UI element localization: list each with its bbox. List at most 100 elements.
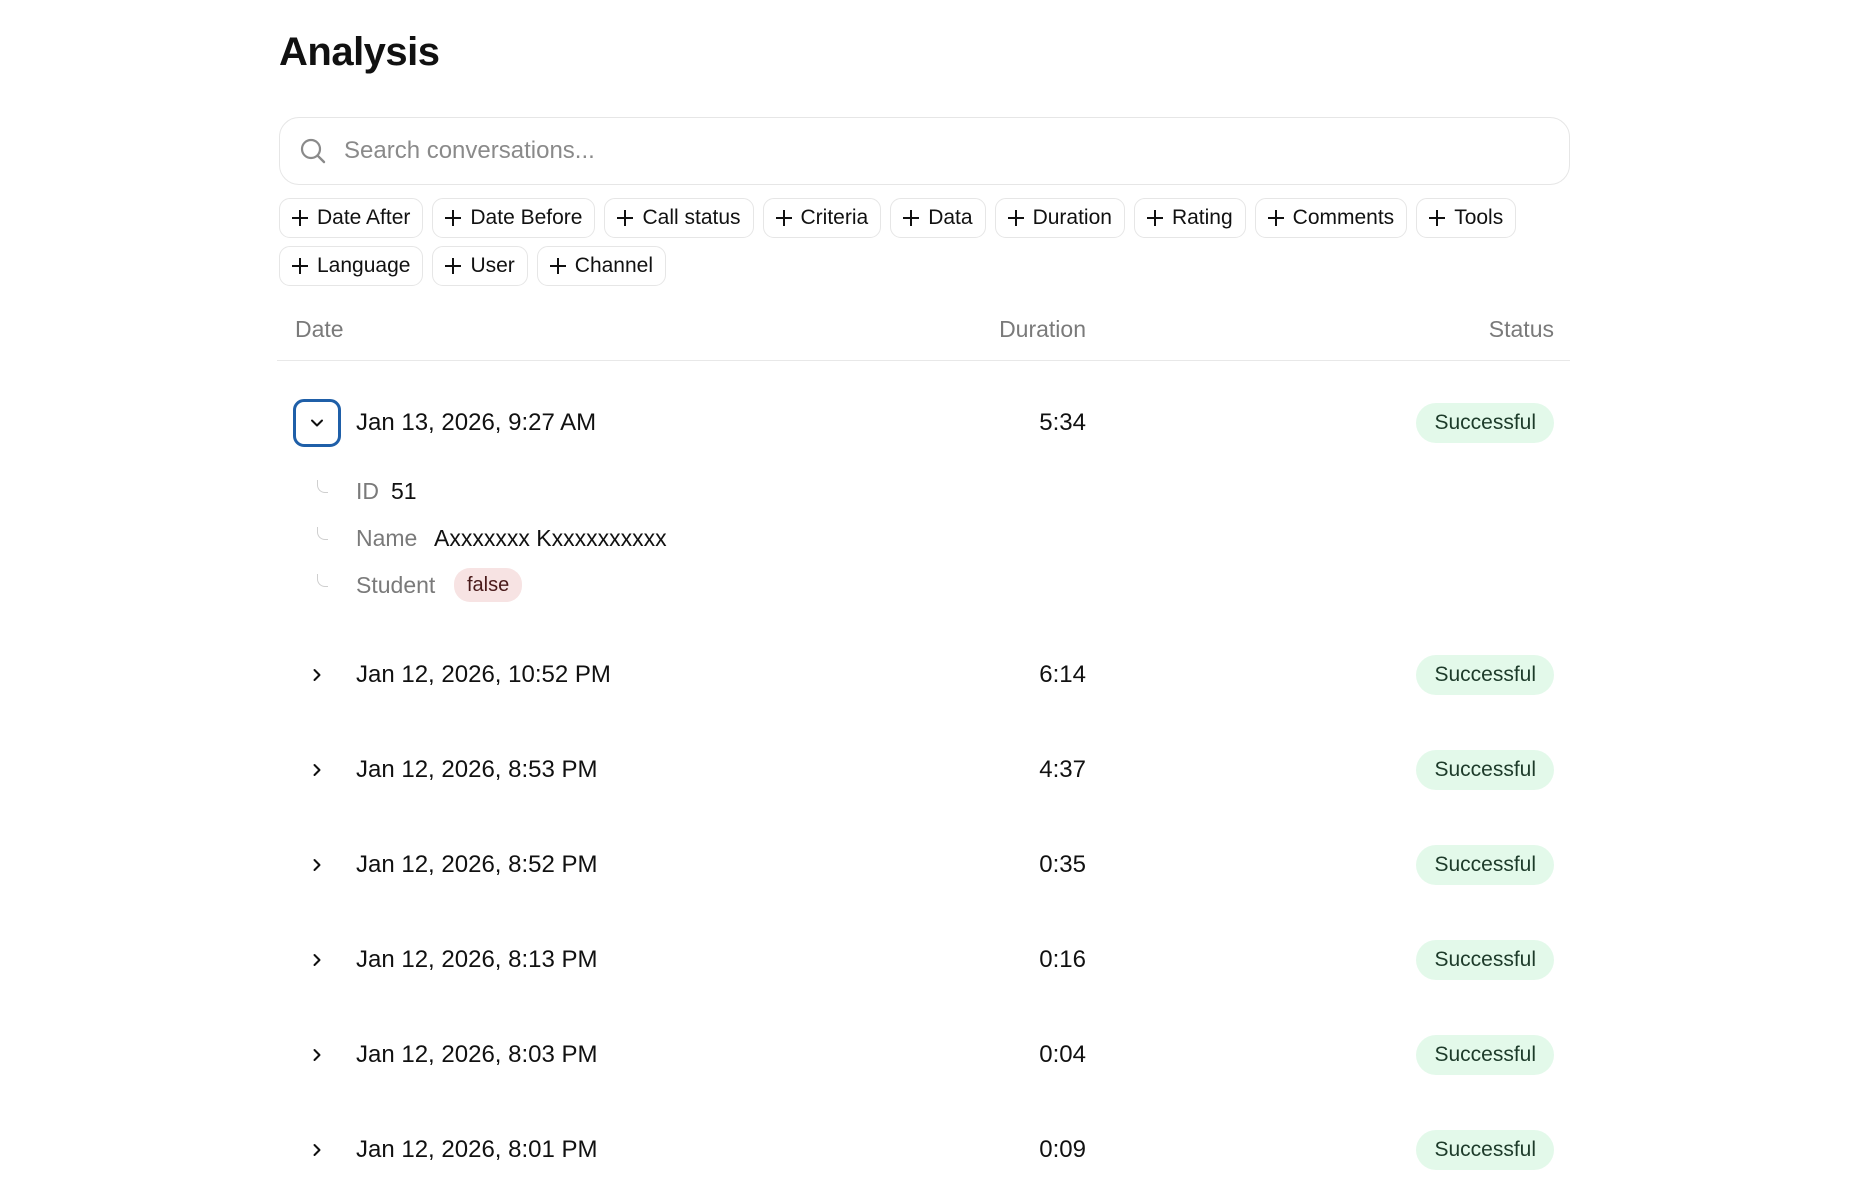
filter-label: Date After — [317, 206, 411, 229]
row-duration: 5:34 — [1039, 409, 1086, 436]
column-header-status[interactable]: Status — [1489, 316, 1554, 343]
plus-icon — [775, 209, 793, 227]
filter-label: Data — [928, 206, 973, 229]
row-duration: 6:14 — [1039, 661, 1086, 688]
search-icon — [298, 136, 328, 166]
plus-icon — [444, 257, 462, 275]
plus-icon — [1428, 209, 1446, 227]
row-duration: 0:16 — [1039, 946, 1086, 973]
row-date: Jan 13, 2026, 9:27 AM — [356, 409, 597, 436]
filter-label: Channel — [574, 254, 654, 277]
table-row[interactable]: Jan 12, 2026, 8:01 PM 0:09 Successful — [277, 1122, 1570, 1178]
chevron-right-icon — [313, 764, 321, 776]
row-date: Jan 12, 2026, 8:53 PM — [356, 756, 598, 783]
filter-language-button[interactable]: Language — [279, 246, 424, 286]
column-header-duration[interactable]: Duration — [999, 316, 1086, 343]
status-badge: Successful — [1416, 1130, 1554, 1170]
search-box[interactable] — [279, 117, 1570, 185]
filter-date-before-button[interactable]: Date Before — [432, 198, 596, 238]
filter-label: Tools — [1454, 206, 1504, 229]
plus-icon — [1007, 209, 1025, 227]
filter-tools-button[interactable]: Tools — [1416, 198, 1517, 238]
table-row[interactable]: Jan 12, 2026, 10:52 PM 6:14 Successful — [277, 647, 1570, 703]
table-row[interactable]: Jan 12, 2026, 8:52 PM 0:35 Successful — [277, 837, 1570, 893]
table-row[interactable]: Jan 12, 2026, 8:03 PM 0:04 Successful — [277, 1027, 1570, 1083]
detail-value: Axxxxxxx Kxxxxxxxxxx — [434, 525, 667, 551]
filter-channel-button[interactable]: Channel — [536, 246, 667, 286]
page-title: Analysis — [279, 30, 440, 74]
filter-duration-button[interactable]: Duration — [994, 198, 1125, 238]
chevron-right-icon — [313, 859, 321, 871]
search-input[interactable] — [342, 136, 1446, 166]
expand-toggle-button[interactable] — [293, 746, 341, 794]
plus-icon — [616, 209, 634, 227]
filter-call-status-button[interactable]: Call status — [604, 198, 754, 238]
expand-toggle-button[interactable] — [293, 1126, 341, 1174]
column-header-date[interactable]: Date — [295, 316, 344, 343]
filter-row: Date After Date Before Call status Crite… — [279, 198, 1517, 238]
chevron-down-icon — [311, 419, 323, 427]
tree-branch-icon — [317, 480, 328, 493]
row-date: Jan 12, 2026, 8:13 PM — [356, 946, 598, 973]
plus-icon — [1146, 209, 1164, 227]
filter-label: User — [470, 254, 515, 277]
status-badge: Successful — [1416, 403, 1554, 443]
detail-label: Student — [356, 572, 436, 598]
plus-icon — [444, 209, 462, 227]
row-date: Jan 12, 2026, 10:52 PM — [356, 661, 611, 688]
filter-user-button[interactable]: User — [432, 246, 528, 286]
tree-branch-icon — [317, 574, 328, 587]
detail-name: Name Axxxxxxx Kxxxxxxxxxx — [277, 525, 1077, 561]
table-row[interactable]: Jan 12, 2026, 8:13 PM 0:16 Successful — [277, 932, 1570, 988]
status-badge: Successful — [1416, 1035, 1554, 1075]
detail-student: Student false — [277, 568, 1077, 608]
row-date: Jan 12, 2026, 8:03 PM — [356, 1041, 598, 1068]
plus-icon — [291, 209, 309, 227]
detail-label: ID — [356, 478, 379, 504]
plus-icon — [1267, 209, 1285, 227]
filter-rating-button[interactable]: Rating — [1133, 198, 1246, 238]
filter-label: Criteria — [800, 206, 869, 229]
row-duration: 0:35 — [1039, 851, 1086, 878]
filter-comments-button[interactable]: Comments — [1254, 198, 1408, 238]
filter-criteria-button[interactable]: Criteria — [762, 198, 882, 238]
filter-row: Language User Channel — [279, 246, 667, 286]
plus-icon — [549, 257, 567, 275]
table-header: Date Duration Status — [277, 312, 1570, 361]
status-badge: Successful — [1416, 750, 1554, 790]
expand-toggle-button[interactable] — [293, 841, 341, 889]
chevron-right-icon — [313, 954, 321, 966]
detail-label: Name — [356, 525, 418, 551]
detail-value: 51 — [391, 478, 417, 504]
filter-label: Duration — [1032, 206, 1112, 229]
expand-toggle-button[interactable] — [293, 399, 341, 447]
expand-toggle-button[interactable] — [293, 936, 341, 984]
filter-label: Comments — [1292, 206, 1395, 229]
chevron-right-icon — [313, 669, 321, 681]
detail-id: ID 51 — [277, 478, 1077, 514]
table-row[interactable]: Jan 13, 2026, 9:27 AM 5:34 Successful — [277, 395, 1570, 451]
filter-label: Language — [317, 254, 411, 277]
filter-label: Date Before — [470, 206, 583, 229]
filter-label: Call status — [642, 206, 741, 229]
filter-label: Rating — [1171, 206, 1233, 229]
boolean-badge: false — [454, 568, 523, 602]
row-duration: 0:04 — [1039, 1041, 1086, 1068]
status-badge: Successful — [1416, 845, 1554, 885]
expand-toggle-button[interactable] — [293, 651, 341, 699]
row-date: Jan 12, 2026, 8:52 PM — [356, 851, 598, 878]
tree-branch-icon — [317, 527, 328, 540]
status-badge: Successful — [1416, 655, 1554, 695]
expand-toggle-button[interactable] — [293, 1031, 341, 1079]
chevron-right-icon — [313, 1144, 321, 1156]
table-row[interactable]: Jan 12, 2026, 8:53 PM 4:37 Successful — [277, 742, 1570, 798]
row-duration: 4:37 — [1039, 756, 1086, 783]
filter-date-after-button[interactable]: Date After — [279, 198, 424, 238]
plus-icon — [291, 257, 309, 275]
filter-data-button[interactable]: Data — [890, 198, 986, 238]
row-duration: 0:09 — [1039, 1136, 1086, 1163]
plus-icon — [902, 209, 920, 227]
row-date: Jan 12, 2026, 8:01 PM — [356, 1136, 598, 1163]
status-badge: Successful — [1416, 940, 1554, 980]
chevron-right-icon — [313, 1049, 321, 1061]
